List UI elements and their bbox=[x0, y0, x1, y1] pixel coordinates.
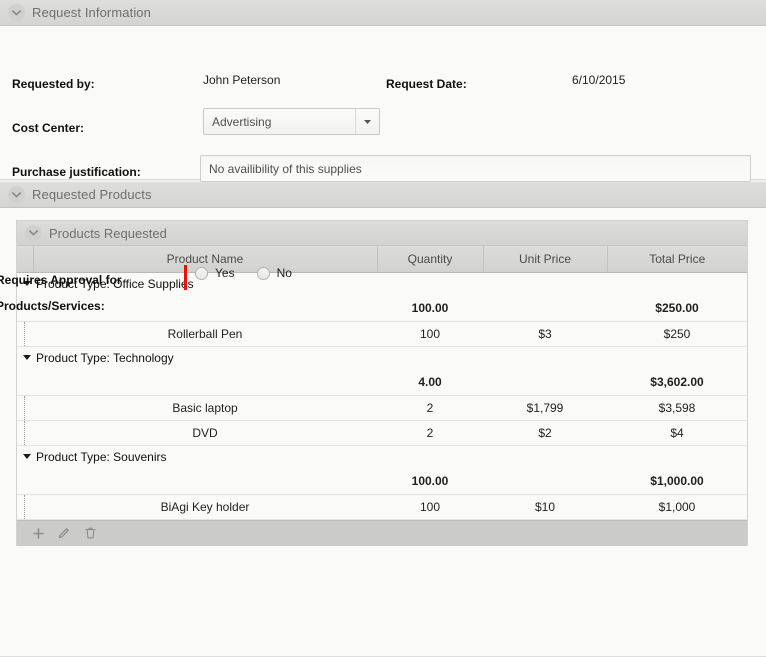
name-cell: BiAgi Key holder bbox=[33, 494, 377, 520]
group-summary-row: 100.00 $250.00 bbox=[17, 296, 747, 322]
required-field-indicator bbox=[184, 265, 187, 290]
trash-icon[interactable] bbox=[77, 522, 103, 544]
group-label-cell[interactable]: Product Type: Office Supplies bbox=[17, 272, 747, 296]
chevron-down-icon[interactable] bbox=[8, 186, 25, 203]
requested-products-header[interactable]: Requested Products bbox=[0, 182, 766, 208]
radio-circle-icon[interactable] bbox=[195, 266, 208, 280]
tree-line bbox=[24, 420, 25, 445]
request-date-label: Request Date: bbox=[386, 77, 467, 91]
requested-products-body: Products Requested Product Name Quantity… bbox=[0, 208, 766, 657]
summary-unit-price-cell bbox=[483, 370, 607, 396]
group-row[interactable]: Product Type: Office Supplies bbox=[17, 272, 747, 296]
group-label-cell[interactable]: Product Type: Souvenirs bbox=[17, 445, 747, 469]
group-label-cell[interactable]: Product Type: Technology bbox=[17, 346, 747, 370]
group-label: Product Type: Technology bbox=[36, 351, 174, 366]
radio-label-yes: Yes bbox=[215, 266, 235, 280]
name-cell: Basic laptop bbox=[33, 395, 377, 421]
summary-quantity-cell: 4.00 bbox=[377, 370, 483, 396]
unit-price-cell: $10 bbox=[483, 494, 607, 520]
chevron-down-icon[interactable] bbox=[25, 224, 42, 242]
column-header-unit-price[interactable]: Unit Price bbox=[483, 246, 608, 273]
plus-icon[interactable] bbox=[25, 522, 51, 544]
summary-name-cell bbox=[33, 469, 377, 495]
grid-header-row: Product Name Quantity Unit Price Total P… bbox=[17, 246, 747, 273]
requires-approval-label-line2: Products/Services: bbox=[0, 299, 105, 313]
group-label: Product Type: Souvenirs bbox=[36, 450, 167, 465]
table-row[interactable]: BiAgi Key holder 100 $10 $1,000 bbox=[17, 494, 747, 520]
group-row[interactable]: Product Type: Technology bbox=[17, 346, 747, 370]
summary-unit-price-cell bbox=[483, 469, 607, 495]
products-requested-panel: Products Requested Product Name Quantity… bbox=[16, 220, 748, 546]
tree-line bbox=[24, 395, 25, 420]
request-information-section: Request Information Requested by: John P… bbox=[0, 0, 766, 182]
requested-by-label: Requested by: bbox=[12, 77, 95, 91]
column-header-quantity[interactable]: Quantity bbox=[377, 246, 484, 273]
total-price-cell: $250 bbox=[607, 321, 747, 347]
chevron-down-icon[interactable] bbox=[8, 4, 25, 21]
radio-label-no: No bbox=[276, 266, 292, 280]
section-title: Request Information bbox=[32, 5, 151, 20]
name-cell: DVD bbox=[33, 420, 377, 446]
column-header-total-price[interactable]: Total Price bbox=[607, 246, 747, 273]
radio-circle-icon[interactable] bbox=[256, 266, 270, 280]
group-row[interactable]: Product Type: Souvenirs bbox=[17, 445, 747, 469]
cost-center-value: Advertising bbox=[212, 114, 272, 129]
quantity-cell: 2 bbox=[377, 420, 483, 446]
quantity-cell: 100 bbox=[377, 494, 483, 520]
summary-quantity-cell: 100.00 bbox=[377, 469, 483, 495]
unit-price-cell: $2 bbox=[483, 420, 607, 446]
summary-total-price-cell: $1,000.00 bbox=[607, 469, 747, 495]
tree-line bbox=[24, 321, 25, 346]
table-row[interactable]: Basic laptop 2 $1,799 $3,598 bbox=[17, 395, 747, 421]
table-row[interactable]: DVD 2 $2 $4 bbox=[17, 420, 747, 446]
products-requested-header[interactable]: Products Requested bbox=[17, 221, 747, 246]
table-row[interactable]: Rollerball Pen 100 $3 $250 bbox=[17, 321, 747, 347]
indent-cell bbox=[17, 420, 33, 446]
request-information-header[interactable]: Request Information bbox=[0, 0, 766, 26]
purchase-justification-label: Purchase justification: bbox=[12, 165, 141, 179]
request-information-body: Requested by: John Peterson Request Date… bbox=[0, 26, 766, 182]
total-price-cell: $1,000 bbox=[607, 494, 747, 520]
quantity-cell: 100 bbox=[377, 321, 483, 347]
requires-approval-radio-group: Yes No bbox=[195, 266, 314, 280]
summary-unit-price-cell bbox=[483, 296, 607, 322]
cost-center-dropdown[interactable]: Advertising bbox=[203, 108, 380, 135]
indent-cell bbox=[17, 321, 33, 347]
summary-quantity-cell: 100.00 bbox=[377, 296, 483, 322]
total-price-cell: $3,598 bbox=[607, 395, 747, 421]
unit-price-cell: $1,799 bbox=[483, 395, 607, 421]
triangle-down-icon[interactable] bbox=[23, 454, 31, 460]
quantity-cell: 2 bbox=[377, 395, 483, 421]
inner-panel-title: Products Requested bbox=[49, 225, 167, 241]
tree-line bbox=[24, 494, 25, 519]
total-price-cell: $4 bbox=[607, 420, 747, 446]
group-summary-row: 100.00 $1,000.00 bbox=[17, 469, 747, 495]
chevron-down-icon[interactable] bbox=[355, 109, 379, 134]
summary-name-cell bbox=[33, 370, 377, 396]
section-title: Requested Products bbox=[32, 187, 152, 202]
indent-cell bbox=[17, 395, 33, 421]
radio-option-yes[interactable]: Yes bbox=[195, 266, 235, 280]
grid-toolbar bbox=[17, 519, 747, 546]
group-summary-row: 4.00 $3,602.00 bbox=[17, 370, 747, 396]
unit-price-cell: $3 bbox=[483, 321, 607, 347]
products-grid: Product Name Quantity Unit Price Total P… bbox=[17, 246, 747, 520]
indent-cell bbox=[17, 469, 33, 495]
triangle-down-icon[interactable] bbox=[23, 355, 31, 361]
indent-cell bbox=[17, 494, 33, 520]
summary-total-price-cell: $250.00 bbox=[607, 296, 747, 322]
request-date-value: 6/10/2015 bbox=[572, 73, 626, 87]
pencil-icon[interactable] bbox=[51, 522, 77, 544]
requested-products-section: Requested Products Products Requested Pr… bbox=[0, 182, 766, 657]
requested-by-value: John Peterson bbox=[203, 73, 281, 87]
purchase-justification-input[interactable]: No availibility of this supplies bbox=[200, 155, 751, 182]
summary-total-price-cell: $3,602.00 bbox=[607, 370, 747, 396]
radio-option-no[interactable]: No bbox=[256, 266, 292, 280]
indent-cell bbox=[17, 370, 33, 396]
requires-approval-label-line1: Requires Approval for bbox=[0, 273, 122, 287]
cost-center-label: Cost Center: bbox=[12, 121, 85, 135]
name-cell: Rollerball Pen bbox=[33, 321, 377, 347]
